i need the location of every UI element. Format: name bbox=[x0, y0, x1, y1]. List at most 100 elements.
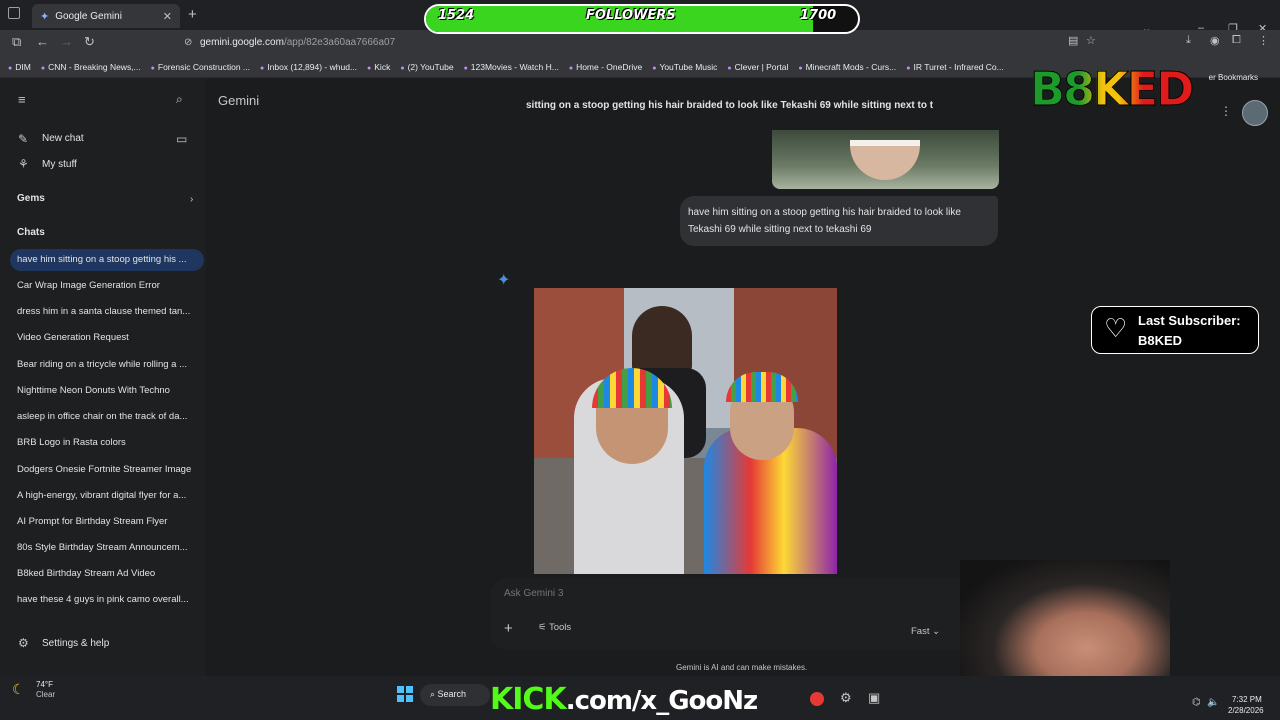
bookmark-item[interactable]: CNN - Breaking News,... bbox=[41, 62, 141, 72]
app-settings-icon[interactable]: ⚙ bbox=[840, 690, 852, 706]
bookmark-item[interactable]: DIM bbox=[8, 62, 31, 72]
settings-gear-icon: ⚙ bbox=[18, 636, 29, 650]
add-attachment-icon[interactable]: + bbox=[504, 620, 513, 637]
chevron-down-icon: ⌄ bbox=[929, 626, 941, 637]
my-stuff-icon: ⚘ bbox=[18, 157, 29, 171]
taskbar-search-label: Search bbox=[437, 689, 467, 699]
gemini-spark-icon: ✦ bbox=[497, 272, 511, 289]
settings-help-link[interactable]: Settings & help bbox=[42, 638, 109, 649]
app-title[interactable]: Gemini bbox=[218, 93, 259, 108]
chevron-right-icon[interactable]: › bbox=[190, 194, 193, 205]
gems-heading[interactable]: Gems bbox=[17, 193, 45, 204]
downloads-icon[interactable]: ⤓ bbox=[1186, 34, 1191, 47]
followers-current: 1524 bbox=[438, 8, 475, 23]
tools-button[interactable]: ⚟ Tools bbox=[538, 622, 571, 633]
prompt-input[interactable] bbox=[504, 588, 804, 599]
url-field[interactable]: gemini.google.com/app/82e3a60aa7666a07 bbox=[200, 37, 395, 48]
braider-head bbox=[632, 306, 692, 376]
chat-item[interactable]: AI Prompt for Birthday Stream Flyer bbox=[10, 511, 204, 533]
reading-mode-icon[interactable]: ▤ bbox=[1068, 34, 1078, 47]
temporary-chat-icon[interactable]: ▭ bbox=[176, 132, 187, 146]
network-icon[interactable]: ⌬ bbox=[1192, 697, 1201, 708]
bookmark-item[interactable]: Minecraft Mods - Curs... bbox=[798, 62, 897, 72]
clock-date[interactable]: 2/28/2026 bbox=[1228, 706, 1264, 715]
channel-logo: B8KED bbox=[1026, 62, 1222, 118]
forward-arrow-icon[interactable]: → bbox=[60, 34, 73, 49]
bookmark-item[interactable]: Home - OneDrive bbox=[569, 62, 642, 72]
clock-time[interactable]: 7:32 PM bbox=[1232, 695, 1262, 704]
url-host: gemini.google.com bbox=[200, 37, 284, 48]
search-icon: ⌕ bbox=[430, 689, 438, 699]
previous-generated-image[interactable] bbox=[772, 130, 999, 189]
chat-item[interactable]: Video Generation Request bbox=[10, 327, 204, 349]
kick-url-path: .com/x_GooNz bbox=[565, 686, 758, 716]
app-tool-icon[interactable]: ▣ bbox=[868, 690, 880, 706]
tools-label: Tools bbox=[548, 622, 572, 633]
tools-sliders-icon: ⚟ bbox=[538, 622, 549, 633]
close-tab-icon[interactable]: ✕ bbox=[163, 10, 172, 23]
reload-icon[interactable]: ↻ bbox=[84, 34, 95, 50]
bookmark-item[interactable]: Forensic Construction ... bbox=[151, 62, 250, 72]
kick-logo-text: KICK bbox=[490, 682, 567, 717]
my-stuff-link[interactable]: My stuff bbox=[42, 159, 77, 170]
chat-item[interactable]: have these 4 guys in pink camo overall..… bbox=[10, 589, 204, 611]
bookmark-item[interactable]: Clever | Portal bbox=[727, 62, 789, 72]
bookmark-item[interactable]: IR Turret - Infrared Co... bbox=[906, 62, 1004, 72]
edit-icon: ✎ bbox=[18, 132, 29, 146]
bookmark-item[interactable]: Inbox (12,894) - whud... bbox=[260, 62, 357, 72]
followers-goal: 1700 bbox=[800, 8, 837, 23]
volume-icon[interactable]: 🔈 bbox=[1207, 697, 1219, 708]
vertical-tabs-icon[interactable]: ⧉ bbox=[12, 34, 21, 50]
bookmark-item[interactable]: (2) YouTube bbox=[400, 62, 454, 72]
disclaimer-text: Gemini is AI and can make mistakes. bbox=[676, 663, 808, 672]
avatar[interactable] bbox=[1242, 100, 1268, 126]
model-mode-dropdown[interactable]: Fast ⌄ bbox=[911, 626, 940, 637]
sidebar: ≡ ⌕ ✎ New chat ▭ ⚘ My stuff Gems › Chats… bbox=[0, 78, 206, 676]
chat-item[interactable]: BRB Logo in Rasta colors bbox=[10, 432, 204, 454]
chat-item[interactable]: have him sitting on a stoop getting his … bbox=[10, 249, 204, 271]
chat-item[interactable]: dress him in a santa clause themed tan..… bbox=[10, 301, 204, 323]
weather-desc[interactable]: Clear bbox=[36, 690, 55, 699]
followers-label: FOLLOWERS bbox=[586, 8, 676, 23]
mode-label: Fast bbox=[911, 626, 930, 637]
chat-item[interactable]: asleep in office chair on the track of d… bbox=[10, 406, 204, 428]
chats-heading: Chats bbox=[17, 227, 45, 238]
tab-list-icon[interactable] bbox=[8, 7, 20, 19]
new-tab-button[interactable]: + bbox=[188, 6, 197, 23]
search-icon[interactable]: ⌕ bbox=[176, 92, 183, 107]
app-record-icon[interactable] bbox=[810, 692, 824, 706]
chat-item[interactable]: Dodgers Onesie Fortnite Streamer Image bbox=[10, 459, 204, 481]
url-path: /app/82e3a60aa7666a07 bbox=[283, 37, 396, 48]
chat-item[interactable]: Nighttime Neon Donuts With Techno bbox=[10, 380, 204, 402]
back-arrow-icon[interactable]: ← bbox=[36, 34, 49, 49]
tab-title: Google Gemini bbox=[55, 10, 122, 22]
bookmark-item[interactable]: Kick bbox=[367, 62, 390, 72]
gemini-favicon-icon: ✦ bbox=[40, 10, 50, 23]
kick-channel-url: KICK.com/x_GooNz bbox=[490, 682, 758, 717]
user-message-bubble: have him sitting on a stoop getting his … bbox=[680, 196, 998, 246]
windows-start-icon[interactable] bbox=[397, 686, 413, 702]
weather-temp[interactable]: 74°F bbox=[36, 680, 53, 689]
chat-item[interactable]: B8ked Birthday Stream Ad Video bbox=[10, 563, 204, 585]
chat-item[interactable]: Car Wrap Image Generation Error bbox=[10, 275, 204, 297]
new-chat-button[interactable]: New chat bbox=[42, 133, 84, 144]
hamburger-menu-icon[interactable]: ≡ bbox=[18, 92, 26, 107]
follower-goal-bar: 1524 FOLLOWERS 1700 bbox=[412, 4, 860, 46]
extensions-icon[interactable]: ⧠ bbox=[1232, 34, 1241, 47]
weather-moon-icon: ☾ bbox=[12, 681, 25, 697]
chat-item[interactable]: Bear riding on a tricycle while rolling … bbox=[10, 354, 204, 376]
chat-item[interactable]: 80s Style Birthday Stream Announcem... bbox=[10, 537, 204, 559]
chat-item[interactable]: A high-energy, vibrant digital flyer for… bbox=[10, 485, 204, 507]
browser-tab-gemini[interactable]: ✦ Google Gemini ✕ bbox=[32, 4, 180, 28]
bookmark-star-icon[interactable]: ☆ bbox=[1086, 34, 1096, 47]
browser-menu-icon[interactable]: ⋮ bbox=[1258, 34, 1269, 47]
smile-detail bbox=[850, 140, 920, 180]
taskbar-search[interactable]: ⌕ Search bbox=[420, 684, 490, 706]
profile-icon[interactable]: ◉ bbox=[1210, 34, 1220, 47]
conversation-title: sitting on a stoop getting his hair brai… bbox=[526, 100, 934, 111]
bookmark-item[interactable]: 123Movies - Watch H... bbox=[464, 62, 559, 72]
bookmark-item[interactable]: YouTube Music bbox=[652, 62, 717, 72]
generated-image[interactable] bbox=[534, 288, 837, 574]
more-options-icon[interactable]: ⋮ bbox=[1220, 104, 1232, 118]
site-info-icon[interactable]: ⊘ bbox=[184, 37, 192, 48]
